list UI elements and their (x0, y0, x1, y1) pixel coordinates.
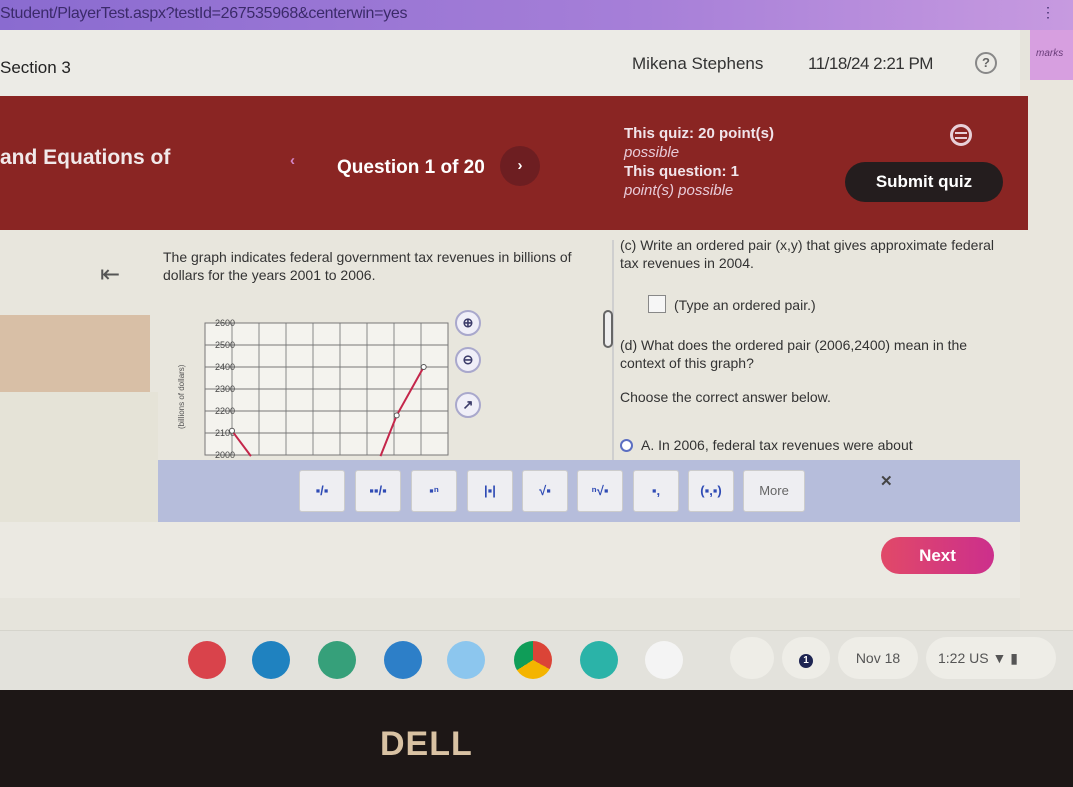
fraction-button[interactable]: ▪/▪ (299, 470, 345, 512)
section-label: Section 3 (0, 58, 71, 77)
canvas-app-icon[interactable] (188, 641, 226, 679)
choose-instruction: Choose the correct answer below. (620, 389, 831, 405)
system-tray[interactable]: 1:22 US ▼ ▮ (926, 637, 1056, 679)
clock: 1:22 (938, 650, 966, 666)
y-tick-label: 2600 (215, 318, 235, 328)
close-toolbar-icon[interactable]: ✕ (880, 472, 893, 490)
chrome-app-icon[interactable] (514, 641, 552, 679)
dell-logo: DELL (380, 725, 473, 763)
absolute-value-button[interactable]: |▪| (467, 470, 513, 512)
background-window-text: marks (1036, 48, 1064, 59)
ordered-pair-input[interactable] (648, 295, 666, 313)
browser-url-bar[interactable]: Student/PlayerTest.aspx?testId=267535968… (0, 0, 1073, 30)
next-question-button[interactable]: › (500, 146, 540, 186)
y-tick-label: 2000 (215, 450, 235, 460)
date-pill[interactable]: Nov 18 (838, 637, 918, 679)
square-root-button[interactable]: √▪ (522, 470, 568, 512)
question-intro: The graph indicates federal government t… (163, 249, 572, 283)
screen: Student/PlayerTest.aspx?testId=267535968… (0, 0, 1073, 690)
question-content: ⇤ The graph indicates federal government… (0, 230, 1020, 522)
os-shelf: 1 Nov 18 1:22 US ▼ ▮ (0, 630, 1073, 690)
footer (0, 522, 1020, 598)
data-point (393, 412, 400, 419)
y-tick-label: 2400 (215, 362, 235, 372)
data-point (229, 427, 235, 434)
classlink-app-icon[interactable] (252, 641, 290, 679)
y-axis-label: (billions of dollars) (177, 364, 186, 429)
cloud-app-icon[interactable] (447, 641, 485, 679)
url-text[interactable]: Student/PlayerTest.aspx?testId=267535968… (0, 5, 408, 23)
question-points-suffix: point(s) possible (624, 182, 734, 199)
y-tick-label: 2500 (215, 340, 235, 350)
settings-icon[interactable] (950, 124, 972, 146)
background-window: marks (1030, 30, 1073, 80)
popout-icon[interactable]: ↗ (455, 392, 481, 418)
more-vert-icon[interactable]: ⋮ (1041, 4, 1055, 21)
revenue-graph: 2600250024002300220021002000(billions of… (177, 318, 449, 460)
mixed-number-button[interactable]: ▪▪/▪ (355, 470, 401, 512)
y-tick-label: 2200 (215, 406, 235, 416)
notification-count: 1 (799, 654, 813, 668)
submit-quiz-button[interactable]: Submit quiz (845, 162, 1003, 202)
laptop-bezel (0, 690, 1073, 787)
question-counter: Question 1 of 20 (337, 157, 485, 178)
subscript-button[interactable]: ▪, (633, 470, 679, 512)
part-d-text: (d) What does the ordered pair (2006,240… (620, 337, 968, 371)
play-store-app-icon[interactable] (645, 641, 683, 679)
option-a[interactable]: A. In 2006, federal tax revenues were ab… (620, 436, 913, 454)
tote-icon[interactable] (730, 637, 774, 679)
help-icon[interactable]: ? (975, 52, 997, 74)
notification-pill[interactable]: 1 (782, 637, 830, 679)
option-a-label: A. In 2006, federal tax revenues were ab… (641, 437, 913, 453)
pane-resize-handle[interactable] (603, 310, 613, 348)
quiz-points-suffix: possible (624, 144, 680, 161)
answer-hint: (Type an ordered pair.) (674, 297, 816, 313)
quiz-points: This quiz: 20 point(s) (624, 125, 774, 142)
nth-root-button[interactable]: ⁿ√▪ (577, 470, 623, 512)
locale: US (969, 650, 989, 666)
left-panel-highlight (0, 315, 150, 392)
zoom-in-icon[interactable]: ⊕ (455, 310, 481, 336)
section-bar: Section 3 Mikena Stephens 11/18/24 2:21 … (0, 30, 1020, 96)
more-button[interactable]: More (743, 470, 805, 512)
zoom-out-icon[interactable]: ⊖ (455, 347, 481, 373)
wave-app-icon[interactable] (384, 641, 422, 679)
rocket-app-icon[interactable] (318, 641, 356, 679)
question-points: This question: 1 (624, 163, 740, 180)
option-a-radio[interactable] (620, 438, 633, 452)
battery-icon: ▮ (1010, 650, 1018, 666)
y-tick-label: 2300 (215, 384, 235, 394)
student-name: Mikena Stephens (632, 54, 764, 73)
wifi-icon: ▼ (992, 650, 1007, 666)
next-button[interactable]: Next (881, 537, 994, 574)
collapse-left-icon[interactable]: ⇤ (100, 260, 120, 289)
data-point (420, 364, 427, 370)
points-info: This quiz: 20 point(s) possible This que… (624, 124, 774, 200)
left-panel (0, 392, 158, 522)
ordered-pair-button[interactable]: (▪,▪) (688, 470, 734, 512)
previous-question-button[interactable]: ‹ (290, 152, 295, 169)
quiz-header: and Equations of ‹ Question 1 of 20 › Th… (0, 96, 1028, 230)
datetime: 11/18/24 2:21 PM (808, 54, 933, 73)
math-toolbar: ▪/▪ ▪▪/▪ ▪ⁿ |▪| √▪ ⁿ√▪ ▪, (▪,▪) More ✕ (158, 460, 1020, 522)
part-c-text: (c) Write an ordered pair (x,y) that giv… (620, 237, 995, 271)
quiz-title: and Equations of (0, 146, 171, 169)
pane-divider (612, 240, 614, 465)
bear-app-icon[interactable] (580, 641, 618, 679)
exponent-button[interactable]: ▪ⁿ (411, 470, 457, 512)
